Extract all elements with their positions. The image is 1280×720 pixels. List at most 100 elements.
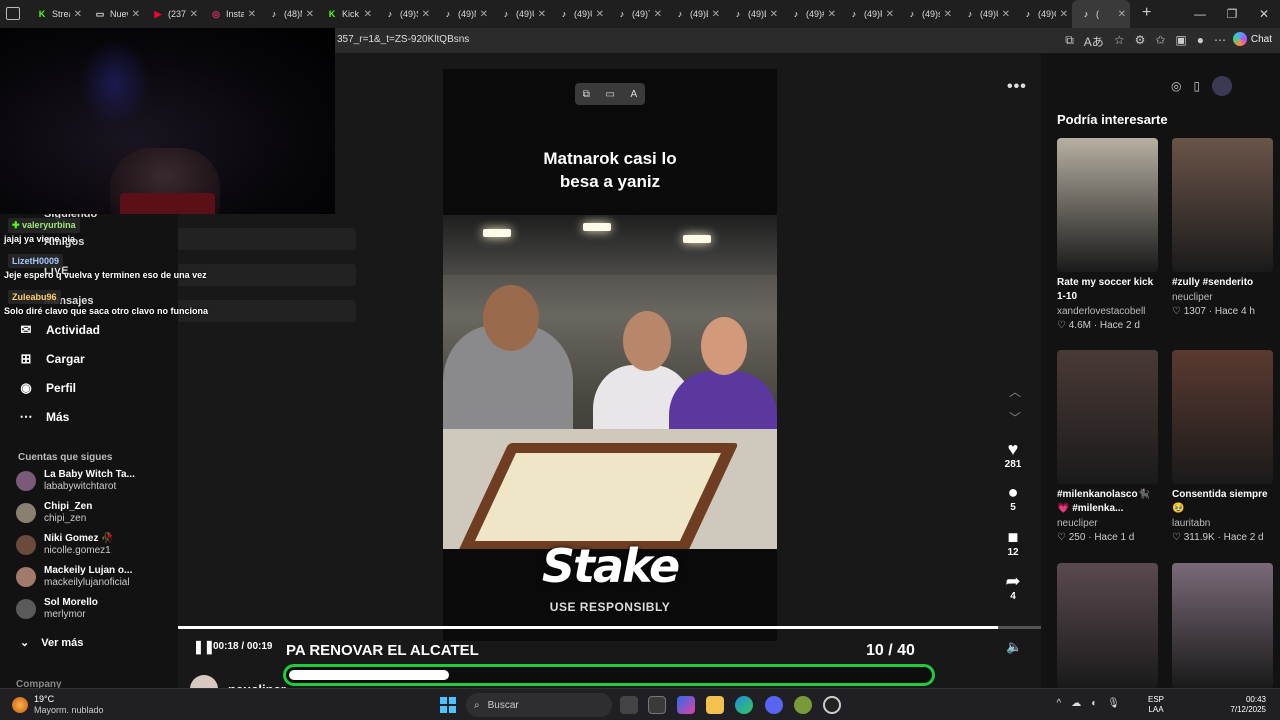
close-tab-icon[interactable]: ✕ [596, 9, 604, 20]
weather-widget[interactable]: 19°C Mayorm. nublado [12, 694, 104, 716]
recommendation-card[interactable]: Consentida siempre 🥹 lauritabn ♡ 311.9K · … [1172, 350, 1273, 543]
browser-tab[interactable]: ♪ (49)U ✕ [550, 0, 608, 28]
sidebar-item-profile[interactable]: ◉ Perfil [18, 380, 76, 396]
onedrive-icon[interactable]: ☁ [1071, 698, 1081, 709]
mic-icon[interactable]: 🎙 [1107, 698, 1120, 709]
system-clock[interactable]: 00:43 7/12/2025 [1222, 695, 1266, 715]
extensions-icon[interactable]: ⚙ [1135, 33, 1146, 50]
recommendation-card[interactable]: Rate my soccer kick 1-10 xanderlovestacob… [1057, 138, 1158, 331]
close-tab-icon[interactable]: ✕ [712, 9, 720, 20]
close-tab-icon[interactable]: ✕ [1060, 9, 1068, 20]
favorites-icon[interactable]: ✩ [1155, 33, 1165, 50]
following-item[interactable]: Sol Morello merlymor [16, 597, 98, 621]
browser-tab[interactable]: ♪ (49)Sl ✕ [376, 0, 434, 28]
store-icon[interactable] [648, 696, 666, 714]
recommendation-card[interactable] [1057, 563, 1158, 688]
video-progress-bar[interactable] [178, 626, 1041, 629]
chevron-up-icon[interactable]: ^ [1057, 698, 1062, 709]
file-explorer-icon[interactable] [706, 696, 724, 714]
following-item[interactable]: Niki Gomez 🥀 nicolle.gomez1 [16, 533, 114, 557]
see-more-button[interactable]: ⌄ Ver más [20, 636, 83, 650]
browser-tab[interactable]: ♪ (48)M ✕ [260, 0, 318, 28]
translate-icon[interactable]: Aあ [1084, 33, 1104, 50]
close-window-button[interactable]: ✕ [1248, 7, 1280, 21]
close-tab-icon[interactable]: ✕ [886, 9, 894, 20]
close-tab-icon[interactable]: ✕ [364, 9, 372, 20]
close-tab-icon[interactable]: ✕ [248, 9, 256, 20]
edge-icon[interactable] [735, 696, 753, 714]
close-tab-icon[interactable]: ✕ [654, 9, 662, 20]
browser-tab[interactable]: ♪ (49)C ✕ [1014, 0, 1072, 28]
copilot-chat-button[interactable]: Chat [1232, 32, 1272, 46]
profile-icon[interactable]: ● [1197, 33, 1204, 50]
recommendation-card[interactable]: #zully #senderito neucliper ♡ 1307 · Hace … [1172, 138, 1273, 317]
menu-icon[interactable]: ⋯ [1214, 33, 1226, 50]
discord-icon[interactable] [765, 696, 783, 714]
device-icon[interactable]: ▯ [1193, 79, 1200, 93]
video-player[interactable]: ⧉ ▭ A Matnarok casi lo besa a yaniz Stak… [443, 69, 777, 641]
task-view-icon[interactable] [620, 696, 638, 714]
following-item[interactable]: Mackeily Lujan o... mackeilylujanoficial [16, 565, 132, 589]
translate-icon[interactable]: A [631, 89, 638, 100]
app-icon[interactable] [794, 696, 812, 714]
steam-icon[interactable]: ◐ [1091, 698, 1097, 709]
close-tab-icon[interactable]: ✕ [1002, 9, 1010, 20]
sidebar-item-activity[interactable]: ✉ Actividad [18, 322, 100, 338]
browser-tab[interactable]: ♪ (49)N ✕ [434, 0, 492, 28]
save-button[interactable]: ■ 12 [998, 527, 1028, 558]
avatar[interactable] [1212, 76, 1233, 96]
browser-tab[interactable]: ▭ Nuev ✕ [86, 0, 144, 28]
pause-button[interactable]: ❚❚ [193, 639, 215, 655]
following-item[interactable]: La Baby Witch Ta... lababywitchtarot [16, 469, 135, 493]
close-tab-icon[interactable]: ✕ [538, 9, 546, 20]
browser-tab[interactable]: ♪ (✕ [1072, 0, 1130, 28]
browser-tab[interactable]: ♪ (49)U ✕ [956, 0, 1014, 28]
browser-tab[interactable]: ♪ (49)B ✕ [724, 0, 782, 28]
comment-button[interactable]: ● 5 [998, 482, 1028, 513]
close-tab-icon[interactable]: ✕ [944, 9, 952, 20]
browser-tab[interactable]: ◎ Instag ✕ [202, 0, 260, 28]
recommendation-card[interactable]: #milenkanolasco🐈‍⬛💗 #milenka... neucliper… [1057, 350, 1158, 543]
tab-actions-icon[interactable] [6, 7, 20, 20]
close-tab-icon[interactable]: ✕ [480, 9, 488, 20]
browser-tab[interactable]: ♪ (49)Ta ✕ [608, 0, 666, 28]
coin-icon[interactable]: ◎ [1171, 79, 1181, 93]
browser-tab[interactable]: ▶ (237) ✕ [144, 0, 202, 28]
browser-tab[interactable]: ♪ (49)F ✕ [840, 0, 898, 28]
sidebar-item-upload[interactable]: ⊞ Cargar [18, 351, 85, 367]
start-button[interactable] [440, 697, 456, 713]
open-app-icon[interactable]: ⧉ [1065, 33, 1074, 50]
close-tab-icon[interactable]: ✕ [74, 9, 82, 20]
more-options-icon[interactable]: ••• [1007, 78, 1027, 96]
close-tab-icon[interactable]: ✕ [132, 9, 140, 20]
like-button[interactable]: ♥ 281 [998, 439, 1028, 470]
chevron-down-icon[interactable]: ﹀ [1009, 409, 1021, 426]
collections-icon[interactable]: ▣ [1175, 33, 1186, 50]
obs-icon[interactable] [823, 696, 841, 714]
close-tab-icon[interactable]: ✕ [770, 9, 778, 20]
volume-icon[interactable]: 🔈 [1006, 639, 1022, 655]
browser-tab[interactable]: ♪ (49)E ✕ [666, 0, 724, 28]
url-field[interactable]: 357_r=1&_t=ZS-920KltQBsns [337, 34, 469, 45]
browser-tab[interactable]: ♪ (49)# ✕ [782, 0, 840, 28]
pip-icon[interactable]: ⧉ [583, 89, 590, 100]
recommendation-card[interactable] [1172, 563, 1273, 688]
favorite-star-icon[interactable]: ☆ [1114, 33, 1125, 50]
taskbar-search[interactable]: ⌕ Buscar [466, 693, 612, 717]
close-tab-icon[interactable]: ✕ [1118, 9, 1126, 20]
browser-tab[interactable]: ♪ (49)U ✕ [492, 0, 550, 28]
copilot-app-icon[interactable] [677, 696, 695, 714]
new-tab-button[interactable]: + [1142, 4, 1151, 22]
sidebar-item-more[interactable]: ⋯ Más [18, 409, 70, 425]
browser-tab[interactable]: K Strea ✕ [28, 0, 86, 28]
chevron-up-icon[interactable]: ︿ [1009, 383, 1021, 400]
minimize-button[interactable]: — [1184, 7, 1216, 21]
following-item[interactable]: Chipi_Zen chipi_zen [16, 501, 92, 525]
share-button[interactable]: ➦ 4 [998, 571, 1028, 602]
close-tab-icon[interactable]: ✕ [190, 9, 198, 20]
close-tab-icon[interactable]: ✕ [828, 9, 836, 20]
video-copy-icon[interactable]: ▭ [606, 89, 615, 100]
close-tab-icon[interactable]: ✕ [422, 9, 430, 20]
browser-tab[interactable]: ♪ (49)sc ✕ [898, 0, 956, 28]
maximize-button[interactable]: ❐ [1216, 7, 1248, 21]
